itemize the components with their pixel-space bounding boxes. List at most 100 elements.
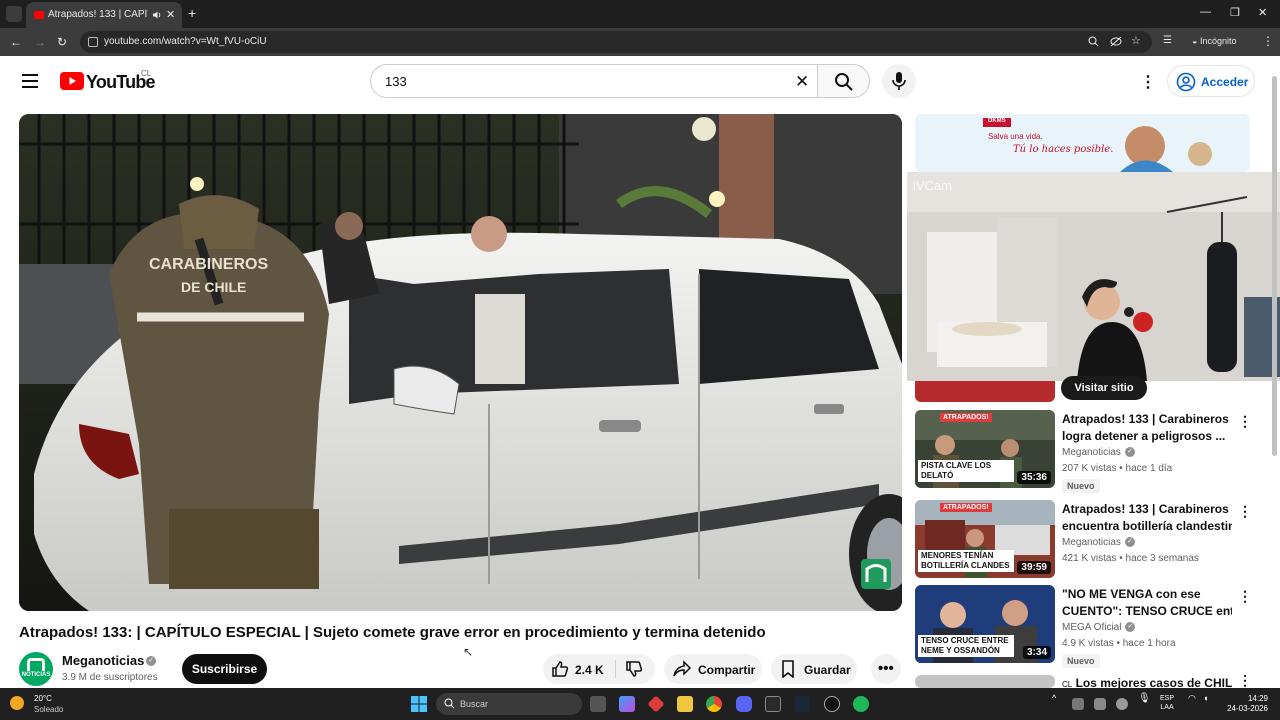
recommended-title[interactable]: Atrapados! 133 | Carabineros logra detene… bbox=[1062, 411, 1232, 445]
eye-off-icon[interactable] bbox=[1110, 36, 1122, 47]
save-button[interactable]: Guardar bbox=[771, 654, 857, 684]
file-explorer-icon[interactable] bbox=[677, 696, 693, 712]
tray-app-icon[interactable] bbox=[1116, 698, 1128, 710]
scrollbar-thumb[interactable] bbox=[1272, 76, 1277, 456]
chrome-icon[interactable] bbox=[706, 696, 722, 712]
search-icon bbox=[444, 698, 455, 709]
account-icon bbox=[1176, 72, 1196, 92]
clock-date: 24-03-2026 bbox=[1227, 704, 1268, 713]
microphone-icon[interactable]: 🎙 bbox=[1138, 694, 1151, 704]
search-button[interactable] bbox=[817, 64, 870, 98]
video-options-icon[interactable]: ⋮ bbox=[1238, 503, 1252, 520]
like-count[interactable]: 2.4 K bbox=[575, 663, 604, 677]
search-input[interactable]: 133 ✕ bbox=[370, 64, 817, 98]
wifi-icon[interactable]: ◠ bbox=[1188, 694, 1196, 703]
epic-games-icon[interactable] bbox=[765, 696, 781, 712]
youtube-logo-icon[interactable] bbox=[60, 72, 84, 90]
url-field[interactable]: youtube.com/watch?v=Wt_fVU-oCiU ☆ bbox=[80, 31, 1152, 53]
more-actions-button[interactable]: ••• bbox=[871, 654, 901, 684]
language-indicator[interactable]: ESP LAA bbox=[1160, 694, 1174, 712]
app-icon[interactable] bbox=[647, 695, 665, 713]
volume-icon[interactable]: ◖ bbox=[1203, 694, 1208, 703]
partial-thumbnail[interactable] bbox=[915, 381, 1055, 402]
video-thumbnail[interactable]: ATRAPADOS! MENORES TENÍAN BOTILLERÍA CLA… bbox=[915, 500, 1055, 578]
weather-condition: Soleado bbox=[34, 705, 64, 714]
video-player[interactable]: CARABINEROS DE CHILE bbox=[19, 114, 902, 611]
audio-playing-icon[interactable] bbox=[152, 10, 162, 20]
share-button[interactable]: Compartir bbox=[664, 654, 762, 684]
zoom-icon[interactable] bbox=[1088, 36, 1099, 47]
uniform-text-line2: DE CHILE bbox=[181, 279, 246, 295]
copilot-icon[interactable] bbox=[619, 696, 635, 712]
close-tab-icon[interactable]: ✕ bbox=[166, 8, 175, 21]
video-thumbnail[interactable]: ATRAPADOS! PISTA CLAVE LOS DELATÓ 35:36 bbox=[915, 410, 1055, 488]
bookmark-star-icon[interactable]: ☆ bbox=[1131, 34, 1141, 47]
settings-menu-icon[interactable]: ⋮ bbox=[1140, 72, 1156, 92]
steam-icon[interactable] bbox=[794, 696, 810, 712]
browser-menu-icon[interactable]: ⋮ bbox=[1262, 34, 1274, 48]
thumbs-up-icon[interactable] bbox=[551, 660, 569, 678]
video-thumbnail[interactable]: TENSO CRUCE ENTRE NEME Y OSSANDÓN 3:34 bbox=[915, 585, 1055, 663]
taskbar-search-placeholder: Buscar bbox=[460, 699, 489, 709]
recommended-video[interactable]: ATRAPADOS! MENORES TENÍAN BOTILLERÍA CLA… bbox=[915, 500, 1255, 580]
channel-label: Meganoticias bbox=[1062, 447, 1121, 458]
verified-icon: ✓ bbox=[1125, 622, 1136, 633]
recommended-meta: 421 K vistas • hace 3 semanas bbox=[1062, 553, 1199, 564]
forward-icon[interactable]: → bbox=[34, 35, 46, 49]
video-options-icon[interactable]: ⋮ bbox=[1238, 413, 1252, 430]
sign-in-button[interactable]: Acceder bbox=[1167, 65, 1255, 97]
spotify-icon[interactable] bbox=[853, 696, 869, 712]
youtube-favicon-icon bbox=[34, 11, 44, 19]
recommended-channel[interactable]: Meganoticias ✓ bbox=[1062, 537, 1135, 548]
back-icon[interactable]: ← bbox=[10, 35, 22, 49]
video-title: Atrapados! 133: | CAPÍTULO ESPECIAL | Su… bbox=[19, 624, 766, 641]
taskbar-search[interactable]: Buscar bbox=[436, 693, 582, 715]
recommended-title[interactable]: Atrapados! 133 | Carabineros encuentra bo… bbox=[1062, 501, 1232, 535]
video-options-icon[interactable]: ⋮ bbox=[1238, 588, 1252, 605]
incognito-indicator[interactable]: ◒ Incógnito bbox=[1192, 36, 1236, 46]
visit-site-button[interactable]: Visitar sitio bbox=[1061, 376, 1147, 400]
menu-icon[interactable] bbox=[20, 72, 40, 90]
windows-start-icon[interactable] bbox=[411, 696, 427, 712]
minimize-icon[interactable]: — bbox=[1200, 6, 1211, 18]
page-scrollbar[interactable] bbox=[1271, 64, 1278, 686]
channel-avatar[interactable]: NOTICIAS bbox=[19, 652, 53, 686]
reading-list-icon[interactable]: ☰ bbox=[1163, 35, 1172, 46]
tray-app-icon[interactable] bbox=[1094, 698, 1106, 710]
video-options-icon[interactable]: ⋮ bbox=[1238, 675, 1252, 688]
recommended-channel[interactable]: MEGA Oficial ✓ bbox=[1062, 622, 1136, 633]
browser-tab[interactable]: Atrapados! 133 | CAPÍTULO ✕ bbox=[26, 2, 182, 28]
app-icon[interactable] bbox=[824, 696, 840, 712]
voice-search-button[interactable] bbox=[882, 64, 916, 98]
video-duration: 3:34 bbox=[1022, 646, 1051, 659]
keyboard-layout-label: LAA bbox=[1160, 704, 1174, 711]
tray-app-icon[interactable] bbox=[1072, 698, 1084, 710]
recommended-video[interactable]: ATRAPADOS! PISTA CLAVE LOS DELATÓ 35:36 … bbox=[915, 410, 1255, 493]
recommended-video[interactable]: CL Los mejores casos de CHILE ⋮ bbox=[915, 675, 1255, 688]
recommended-video[interactable]: TENSO CRUCE ENTRE NEME Y OSSANDÓN 3:34 "… bbox=[915, 585, 1255, 668]
channel-name[interactable]: Meganoticias bbox=[62, 653, 144, 668]
like-divider bbox=[615, 660, 616, 678]
video-thumbnail[interactable] bbox=[915, 675, 1055, 688]
reload-icon[interactable]: ↻ bbox=[57, 35, 67, 49]
site-info-icon[interactable] bbox=[88, 37, 98, 47]
close-window-icon[interactable]: ✕ bbox=[1258, 6, 1267, 19]
ad-banner[interactable]: DKMS Salva una vida. Tú lo haces posible… bbox=[915, 114, 1250, 172]
tray-overflow-icon[interactable]: ^ bbox=[1052, 694, 1056, 703]
thumbnail-caption: TENSO CRUCE ENTRE NEME Y OSSANDÓN bbox=[918, 635, 1014, 657]
discord-icon[interactable] bbox=[736, 696, 752, 712]
tab-search-button[interactable] bbox=[6, 6, 22, 22]
recommended-channel[interactable]: Meganoticias ✓ bbox=[1062, 447, 1135, 458]
recommended-title[interactable]: CL Los mejores casos de CHILE bbox=[1062, 675, 1232, 688]
restore-icon[interactable]: ❐ bbox=[1230, 6, 1240, 19]
recommended-title[interactable]: "NO ME VENGA con ese CUENTO": TENSO CRUCE… bbox=[1062, 586, 1232, 620]
system-clock[interactable]: 14:29 24-03-2026 bbox=[1222, 694, 1268, 714]
thumbs-down-icon[interactable] bbox=[625, 660, 643, 678]
uniform-text-line1: CARABINEROS bbox=[149, 256, 268, 273]
new-tab-button[interactable]: + bbox=[188, 5, 196, 21]
subscribe-button[interactable]: Suscribirse bbox=[182, 654, 267, 684]
task-view-icon[interactable] bbox=[590, 696, 606, 712]
channel-label: MEGA Oficial bbox=[1062, 622, 1122, 633]
avatar-text: NOTICIAS bbox=[21, 672, 51, 678]
clear-search-icon[interactable]: ✕ bbox=[795, 72, 809, 92]
